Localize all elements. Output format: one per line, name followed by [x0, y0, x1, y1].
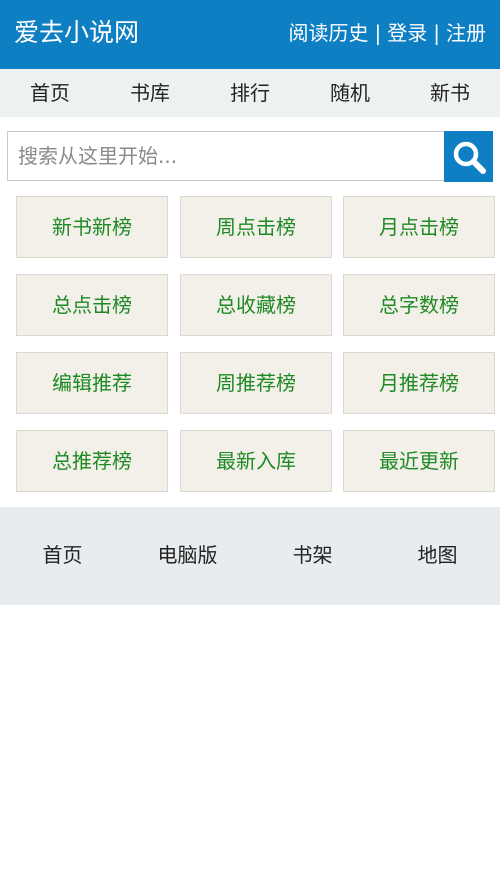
search-icon: [453, 141, 486, 174]
rank-weekly-recommend[interactable]: 周推荐榜: [180, 352, 332, 414]
rank-latest-added[interactable]: 最新入库: [180, 430, 332, 492]
rank-total-clicks[interactable]: 总点击榜: [16, 274, 168, 336]
footer-desktop-version[interactable]: 电脑版: [125, 507, 250, 605]
rank-total-favorites[interactable]: 总收藏榜: [180, 274, 332, 336]
separator: |: [374, 21, 382, 45]
rank-total-recommend[interactable]: 总推荐榜: [16, 430, 168, 492]
nav-item-random[interactable]: 随机: [300, 69, 400, 117]
login-link[interactable]: 登录: [387, 21, 427, 45]
nav-item-home[interactable]: 首页: [0, 69, 100, 117]
nav-item-ranking[interactable]: 排行: [200, 69, 300, 117]
footer-sitemap[interactable]: 地图: [375, 507, 500, 605]
search-bar: [7, 131, 493, 183]
register-link[interactable]: 注册: [446, 21, 486, 45]
footer-nav: 首页 电脑版 书架 地图: [0, 507, 500, 605]
rank-recently-updated[interactable]: 最近更新: [343, 430, 495, 492]
rank-total-words[interactable]: 总字数榜: [343, 274, 495, 336]
reading-history-link[interactable]: 阅读历史: [289, 21, 369, 45]
separator: |: [433, 21, 440, 45]
search-input[interactable]: [7, 131, 444, 181]
top-header: 爱去小说网 阅读历史 | 登录 | 注册: [0, 0, 500, 69]
footer-bookshelf[interactable]: 书架: [250, 507, 375, 605]
nav-item-library[interactable]: 书库: [100, 69, 200, 117]
nav-item-new-books[interactable]: 新书: [400, 69, 500, 117]
rank-weekly-clicks[interactable]: 周点击榜: [180, 196, 332, 258]
rank-editor-picks[interactable]: 编辑推荐: [16, 352, 168, 414]
search-button[interactable]: [444, 131, 493, 182]
rank-new-books[interactable]: 新书新榜: [16, 196, 168, 258]
site-title[interactable]: 爱去小说网: [14, 15, 139, 51]
footer-home[interactable]: 首页: [0, 507, 125, 605]
rank-monthly-recommend[interactable]: 月推荐榜: [343, 352, 495, 414]
header-links: 阅读历史 | 登录 | 注册: [289, 17, 487, 49]
main-nav: 首页 书库 排行 随机 新书: [0, 69, 500, 117]
rank-monthly-clicks[interactable]: 月点击榜: [343, 196, 495, 258]
